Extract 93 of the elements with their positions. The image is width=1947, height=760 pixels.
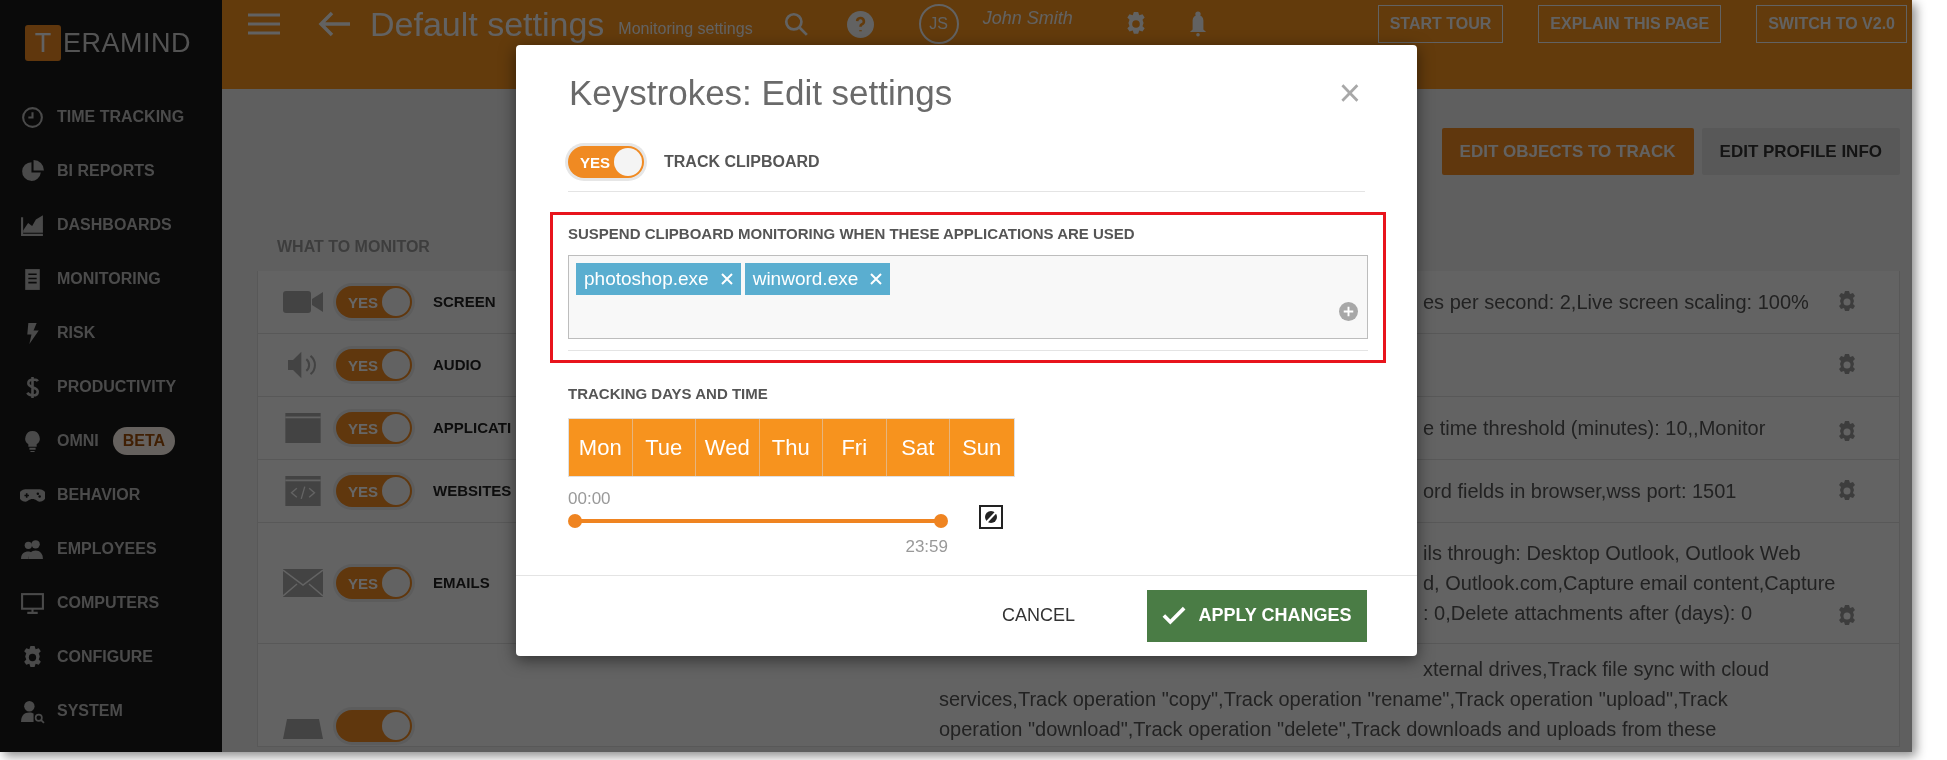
row-details: es per second: 2,Live screen scaling: 100% [1423, 290, 1809, 315]
application-tags-field[interactable]: photoshop.exe winword.exe [568, 255, 1368, 339]
bell-icon[interactable] [1188, 11, 1207, 37]
close-button[interactable]: × [1338, 74, 1361, 113]
search-icon[interactable] [782, 11, 809, 37]
sidebar-label: TIME TRACKING [57, 107, 185, 127]
row-details: operation "download",Track operation "delete",Track downloads and uploads from these [939, 717, 1717, 742]
sidebar-label: SYSTEM [57, 701, 123, 721]
toggle-switch[interactable]: YES [336, 475, 412, 507]
header-button[interactable]: START TOUR [1377, 5, 1504, 43]
sidebar-item[interactable]: BI REPORTS [0, 144, 222, 198]
day-toggle[interactable]: Sun [950, 418, 1014, 476]
sidebar-label: PRODUCTIVITY [57, 377, 177, 397]
row-label: EMAILS [433, 574, 490, 591]
sidebar-item[interactable]: SYSTEM [0, 684, 222, 738]
check-icon [1162, 606, 1187, 625]
row-details: xternal drives,Track file sync with cloud [1423, 657, 1770, 682]
toggle-switch[interactable]: YES [336, 567, 412, 599]
sidebar-label: BI REPORTS [57, 161, 155, 181]
toggle-switch[interactable] [336, 710, 412, 742]
dialog-title: Keystrokes: Edit settings [569, 72, 953, 114]
slash-square-icon[interactable] [979, 504, 1003, 529]
header-button[interactable]: EXPLAIN THIS PAGE [1538, 5, 1722, 43]
row-label: SCREEN [433, 293, 496, 310]
sidebar-item[interactable]: MONITORING [0, 252, 222, 306]
time-range-slider[interactable] [568, 513, 948, 528]
envelope-icon [283, 568, 323, 598]
sidebar-label: MONITORING [57, 269, 161, 289]
day-toggle[interactable]: Sat [886, 418, 950, 476]
remove-icon[interactable] [870, 273, 883, 285]
toolbar-button[interactable]: EDIT PROFILE INFO [1701, 128, 1900, 175]
row-details: ils through: Desktop Outlook, Outlook Web [1423, 541, 1801, 566]
sidebar-item[interactable]: CONFIGURE [0, 630, 222, 684]
row-details: d, Outlook.com,Capture email content,Capture [1423, 571, 1836, 596]
sidebar-label: BEHAVIOR [57, 485, 141, 505]
sidebar-label: EMPLOYEES [57, 539, 157, 559]
user-name[interactable]: John Smith [982, 5, 1073, 32]
monitor-icon [20, 590, 45, 616]
help-icon[interactable] [846, 10, 874, 38]
back-arrow-icon[interactable] [318, 11, 350, 37]
application-tag: winword.exe [744, 263, 891, 295]
application-tag: photoshop.exe [576, 263, 741, 295]
user-search-icon [20, 698, 45, 724]
day-toggle[interactable]: Wed [696, 418, 760, 476]
page-title: Default settings [370, 5, 605, 43]
day-toggle[interactable]: Tue [632, 418, 696, 476]
row-label: APPLICATI [433, 419, 512, 436]
header-button[interactable]: SWITCH TO V2.0 [1756, 5, 1907, 43]
logo-text: ERAMIND [63, 26, 191, 60]
sidebar-item[interactable]: TIME TRACKING [0, 90, 222, 144]
clock-icon [20, 104, 45, 130]
pie-chart-icon [20, 158, 45, 184]
sidebar-item[interactable]: PRODUCTIVITY [0, 360, 222, 414]
toolbar-button[interactable]: EDIT OBJECTS TO TRACK [1441, 128, 1694, 175]
sidebar-item[interactable]: BEHAVIOR [0, 468, 222, 522]
add-icon[interactable] [1339, 302, 1358, 321]
apply-button[interactable]: APPLY CHANGES [1147, 589, 1367, 642]
row-details: ord fields in browser,wss port: 1501 [1423, 479, 1737, 504]
console-window-icon [283, 413, 323, 443]
section-label: TRACKING DAYS AND TIME [568, 384, 769, 404]
row-details: services,Track operation "copy",Track operation "rename",Track operation "upload",Track [939, 687, 1728, 712]
toggle-label: TRACK CLIPBOARD [664, 151, 820, 172]
sidebar-item[interactable]: COMPUTERS [0, 576, 222, 630]
toggle-switch[interactable]: YES [336, 349, 412, 381]
end-time: 23:59 [905, 536, 948, 557]
page-subtitle: Monitoring settings [618, 19, 753, 39]
row-details: : 0,Delete attachments after (days): 0 [1423, 601, 1753, 626]
day-toggle[interactable]: Thu [759, 418, 823, 476]
row-details: e time threshold (minutes): 10,,Monitor [1423, 416, 1766, 441]
day-toggle[interactable]: Mon [569, 418, 633, 476]
toggle-switch[interactable]: YES [568, 145, 644, 178]
logo-mark: T [25, 25, 61, 61]
toggle-switch[interactable]: YES [336, 412, 412, 444]
field-label: SUSPEND CLIPBOARD MONITORING WHEN THESE APPLICATIONS ARE USED [568, 223, 1136, 244]
start-time: 00:00 [568, 488, 612, 509]
sidebar-label: RISK [57, 323, 96, 343]
code-window-icon [283, 476, 323, 506]
sidebar-item[interactable]: OMNI BETA [0, 414, 222, 468]
sidebar-label: CONFIGURE [57, 647, 153, 667]
cancel-button[interactable]: CANCEL [1001, 602, 1075, 629]
remove-icon[interactable] [720, 273, 733, 285]
sidebar-item[interactable]: RISK [0, 306, 222, 360]
row-label: WEBSITES [433, 482, 512, 499]
sidebar-label: COMPUTERS [57, 593, 160, 613]
sidebar-label: DASHBOARDS [57, 215, 172, 235]
sidebar-item[interactable]: DASHBOARDS [0, 198, 222, 252]
row-label: AUDIO [433, 356, 482, 373]
day-toggle[interactable]: Fri [823, 418, 887, 476]
sidebar-item[interactable]: EMPLOYEES [0, 522, 222, 576]
menu-icon[interactable] [248, 12, 280, 36]
beta-badge: BETA [112, 427, 176, 455]
toggle-switch[interactable]: YES [336, 286, 412, 318]
sidebar-label: OMNI [57, 431, 99, 451]
